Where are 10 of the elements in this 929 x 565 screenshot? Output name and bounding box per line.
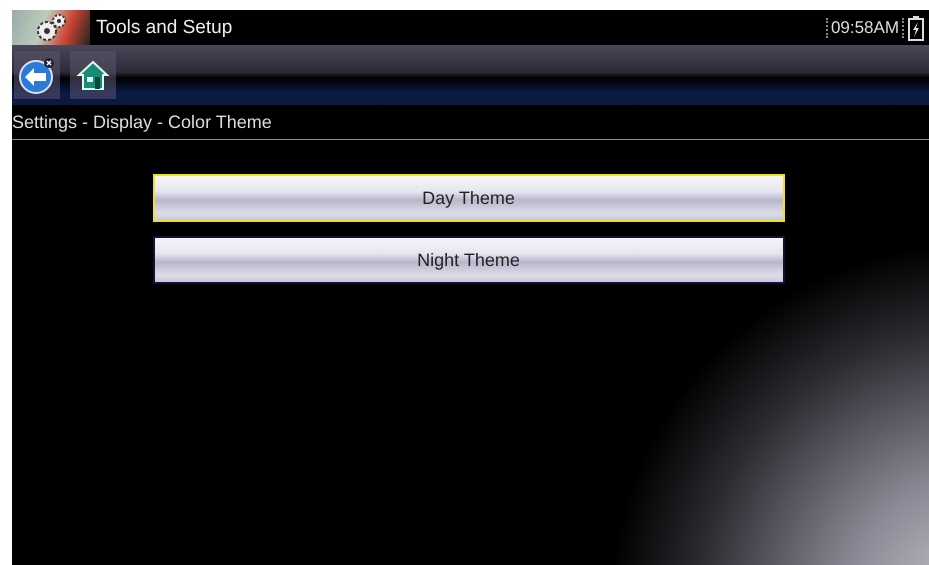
- clock: 09:58AM: [826, 18, 904, 38]
- theme-option-button[interactable]: Night Theme: [152, 236, 784, 284]
- battery-icon: [907, 14, 925, 40]
- window-title: Tools and Setup: [96, 16, 234, 38]
- home-button[interactable]: [70, 51, 116, 99]
- back-button[interactable]: [14, 51, 60, 99]
- theme-option-button[interactable]: Day Theme: [152, 174, 784, 222]
- home-icon: [76, 59, 110, 91]
- gears-icon: [34, 12, 68, 44]
- back-arrow-icon: [17, 55, 57, 95]
